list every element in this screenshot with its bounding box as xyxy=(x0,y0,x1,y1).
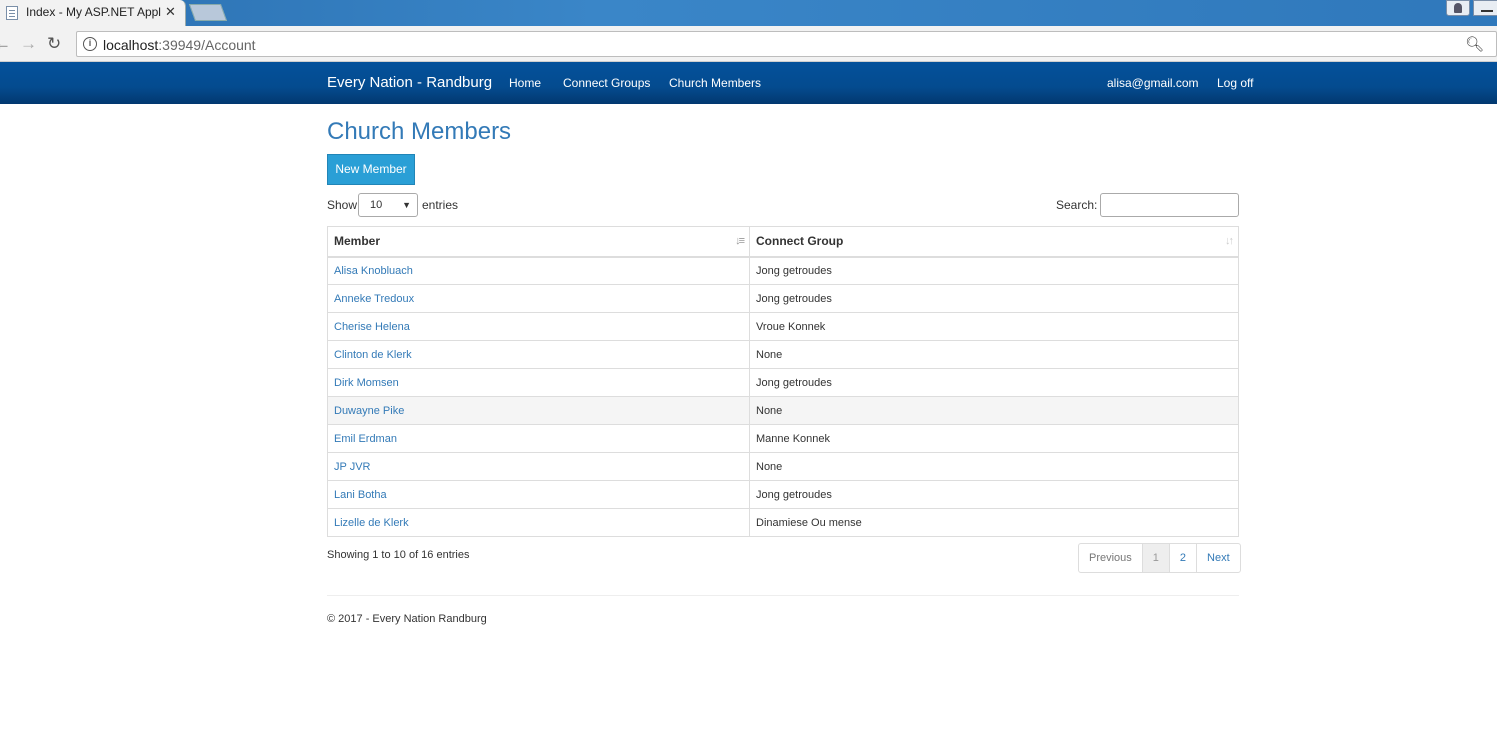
browser-tab[interactable]: Index - My ASP.NET Appl ✕ xyxy=(0,0,186,26)
table-info: Showing 1 to 10 of 16 entries xyxy=(327,549,470,561)
nav-user-email[interactable]: alisa@gmail.com xyxy=(1107,76,1199,90)
connect-group-cell: None xyxy=(749,340,1239,369)
column-header-member-label: Member xyxy=(334,234,381,249)
member-link[interactable]: Lani Botha xyxy=(327,480,750,509)
new-tab-button[interactable] xyxy=(188,4,228,21)
table-row: Cherise Helena Vroue Konnek xyxy=(327,312,1239,341)
connect-group-cell: None xyxy=(749,452,1239,481)
pagination-page-1[interactable]: 1 xyxy=(1141,543,1170,573)
tab-title: Index - My ASP.NET Appl xyxy=(26,5,161,19)
member-link[interactable]: Lizelle de Klerk xyxy=(327,508,750,537)
back-arrow-icon[interactable]: ← xyxy=(0,34,11,54)
sort-both-icon: ↓↑ xyxy=(1225,235,1234,247)
url-input[interactable]: i localhost:39949/Account 🔍︎ xyxy=(76,31,1497,57)
reload-icon[interactable]: ↻ xyxy=(47,34,61,54)
profile-icon[interactable] xyxy=(1446,0,1470,16)
search-label: Search: xyxy=(1056,198,1098,212)
brand-link[interactable]: Every Nation - Randburg xyxy=(327,74,492,91)
pagination: Previous 1 2 Next xyxy=(1078,543,1241,573)
address-bar: ← → ↻ i localhost:39949/Account 🔍︎ xyxy=(0,26,1497,62)
connect-group-cell: Jong getroudes xyxy=(749,256,1239,285)
table-row: JP JVR None xyxy=(327,452,1239,481)
nav-church-members[interactable]: Church Members xyxy=(669,76,761,90)
footer-text: © 2017 - Every Nation Randburg xyxy=(327,613,487,625)
members-table: Member ↓≡ Connect Group ↓↑ Alisa Knoblua… xyxy=(327,226,1239,537)
new-member-button[interactable]: New Member xyxy=(327,154,415,185)
minimize-button[interactable] xyxy=(1473,0,1497,16)
nav-home[interactable]: Home xyxy=(509,76,541,90)
nav-log-off[interactable]: Log off xyxy=(1217,76,1253,90)
browser-tab-strip: Index - My ASP.NET Appl ✕ xyxy=(0,0,1497,26)
page-length-value: 10 xyxy=(370,199,383,211)
forward-arrow-icon[interactable]: → xyxy=(20,34,37,54)
nav-connect-groups[interactable]: Connect Groups xyxy=(563,76,650,90)
pagination-page-2[interactable]: 2 xyxy=(1168,543,1198,573)
table-row: Anneke Tredoux Jong getroudes xyxy=(327,284,1239,313)
member-link[interactable]: Anneke Tredoux xyxy=(327,284,750,313)
url-path: :39949/Account xyxy=(158,37,256,53)
show-label: Show xyxy=(327,198,358,212)
page-favicon-icon xyxy=(6,6,18,20)
zoom-icon[interactable]: 🔍︎ xyxy=(1465,35,1484,53)
table-row: Clinton de Klerk None xyxy=(327,340,1239,369)
page-title: Church Members xyxy=(327,118,512,145)
column-header-member[interactable]: Member ↓≡ xyxy=(327,226,750,258)
entries-label: entries xyxy=(422,198,459,212)
member-link[interactable]: Duwayne Pike xyxy=(327,396,750,425)
connect-group-cell: Jong getroudes xyxy=(749,284,1239,313)
table-row: Dirk Momsen Jong getroudes xyxy=(327,368,1239,397)
column-header-connect-group[interactable]: Connect Group ↓↑ xyxy=(749,226,1239,258)
table-row: Alisa Knobluach Jong getroudes xyxy=(327,256,1239,285)
connect-group-cell: Vroue Konnek xyxy=(749,312,1239,341)
table-row: Duwayne Pike None xyxy=(327,396,1239,425)
url-text: localhost:39949/Account xyxy=(103,37,256,53)
member-link[interactable]: JP JVR xyxy=(327,452,750,481)
footer-divider xyxy=(327,595,1239,596)
column-header-connect-group-label: Connect Group xyxy=(756,234,844,249)
connect-group-cell: None xyxy=(749,396,1239,425)
connect-group-cell: Jong getroudes xyxy=(749,480,1239,509)
member-link[interactable]: Clinton de Klerk xyxy=(327,340,750,369)
pagination-previous[interactable]: Previous xyxy=(1078,543,1143,573)
member-link[interactable]: Emil Erdman xyxy=(327,424,750,453)
connect-group-cell: Dinamiese Ou mense xyxy=(749,508,1239,537)
sort-ascending-icon: ↓≡ xyxy=(735,235,745,247)
pagination-next[interactable]: Next xyxy=(1196,543,1241,573)
connect-group-cell: Jong getroudes xyxy=(749,368,1239,397)
site-info-icon[interactable]: i xyxy=(83,37,97,51)
table-row: Emil Erdman Manne Konnek xyxy=(327,424,1239,453)
site-navbar: Every Nation - Randburg Home Connect Gro… xyxy=(0,62,1497,104)
member-link[interactable]: Cherise Helena xyxy=(327,312,750,341)
url-host: localhost xyxy=(103,37,159,53)
member-link[interactable]: Alisa Knobluach xyxy=(327,256,750,285)
page-length-select[interactable]: 10 ▼ xyxy=(358,193,418,217)
table-row: Lizelle de Klerk Dinamiese Ou mense xyxy=(327,508,1239,537)
table-header-row: Member ↓≡ Connect Group ↓↑ xyxy=(327,226,1239,258)
tab-close-icon[interactable]: ✕ xyxy=(165,4,176,20)
member-link[interactable]: Dirk Momsen xyxy=(327,368,750,397)
dropdown-caret-icon: ▼ xyxy=(402,200,411,210)
connect-group-cell: Manne Konnek xyxy=(749,424,1239,453)
table-row: Lani Botha Jong getroudes xyxy=(327,480,1239,509)
search-input[interactable] xyxy=(1100,193,1239,217)
